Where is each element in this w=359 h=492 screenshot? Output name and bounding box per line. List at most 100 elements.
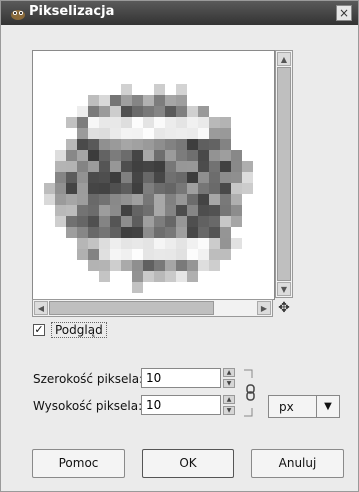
dropdown-arrow-icon[interactable]: ▼: [316, 396, 339, 417]
preview-pixel: [198, 205, 209, 216]
increment-icon[interactable]: ▲: [223, 395, 235, 404]
preview-pixel: [77, 238, 88, 249]
preview-checkbox[interactable]: ✓: [33, 324, 45, 336]
preview-pixel: [132, 249, 143, 260]
preview-pixel: [88, 128, 99, 139]
preview-pixel: [110, 128, 121, 139]
preview-pixel: [198, 139, 209, 150]
preview-pixel: [198, 249, 209, 260]
vertical-scroll-thumb[interactable]: [277, 67, 291, 281]
ok-button[interactable]: OK: [142, 449, 234, 478]
preview-pixel: [143, 106, 154, 117]
pixel-height-spinner[interactable]: ▲ ▼: [223, 395, 235, 415]
preview-pixel: [165, 194, 176, 205]
preview-pixel: [187, 238, 198, 249]
preview-pixel: [165, 161, 176, 172]
preview-label[interactable]: Podgląd: [51, 322, 107, 338]
preview-pixel: [88, 238, 99, 249]
navigate-move-icon[interactable]: ✥: [275, 299, 293, 317]
preview-pixel: [132, 183, 143, 194]
preview-pixel: [110, 216, 121, 227]
preview-pixel: [66, 183, 77, 194]
preview-pixel: [231, 150, 242, 161]
pixel-height-input[interactable]: [141, 395, 221, 415]
preview-pixel: [88, 249, 99, 260]
preview-pixel: [143, 95, 154, 106]
pixel-width-input[interactable]: [141, 368, 221, 388]
cancel-button[interactable]: Anuluj: [251, 449, 344, 478]
preview-pixel: [132, 271, 143, 282]
preview-pixel: [143, 128, 154, 139]
preview-pixel: [220, 150, 231, 161]
preview-pixel: [176, 249, 187, 260]
unit-select[interactable]: px ▼: [268, 395, 340, 418]
preview-pixel: [99, 227, 110, 238]
preview-area[interactable]: [32, 50, 275, 300]
pixelize-dialog: Pikselizacja × ▲ ▼ ◀ ▶ ✥ ✓ Podgląd Szero…: [0, 0, 359, 492]
preview-pixel: [209, 128, 220, 139]
preview-pixel: [220, 205, 231, 216]
vertical-scrollbar[interactable]: ▲ ▼: [275, 50, 293, 298]
scroll-right-icon[interactable]: ▶: [257, 301, 271, 315]
preview-pixel: [176, 260, 187, 271]
close-button[interactable]: ×: [336, 5, 352, 21]
preview-pixel: [55, 150, 66, 161]
preview-pixel: [176, 172, 187, 183]
preview-pixel: [154, 128, 165, 139]
preview-pixel: [176, 161, 187, 172]
preview-pixel: [121, 216, 132, 227]
preview-pixel: [77, 249, 88, 260]
preview-pixel: [198, 238, 209, 249]
preview-pixel: [165, 205, 176, 216]
decrement-icon[interactable]: ▼: [223, 406, 235, 415]
preview-pixel: [187, 194, 198, 205]
scroll-down-icon[interactable]: ▼: [277, 282, 291, 296]
preview-pixel: [220, 238, 231, 249]
preview-pixel: [198, 161, 209, 172]
pixel-width-spinner[interactable]: ▲ ▼: [223, 368, 235, 388]
preview-pixel: [44, 183, 55, 194]
preview-pixel: [165, 172, 176, 183]
horizontal-scrollbar[interactable]: ◀ ▶: [32, 299, 273, 317]
preview-pixel: [132, 150, 143, 161]
horizontal-scroll-thumb[interactable]: [49, 301, 214, 315]
preview-pixel: [66, 161, 77, 172]
preview-pixel: [121, 260, 132, 271]
preview-pixel: [198, 260, 209, 271]
preview-pixel: [220, 194, 231, 205]
preview-pixel: [187, 161, 198, 172]
preview-pixel: [66, 205, 77, 216]
preview-pixel: [176, 139, 187, 150]
preview-pixel: [198, 216, 209, 227]
chain-link-icon[interactable]: [242, 368, 258, 418]
preview-pixel: [99, 95, 110, 106]
preview-pixel: [187, 216, 198, 227]
preview-pixel: [55, 172, 66, 183]
preview-pixel: [198, 128, 209, 139]
preview-pixel: [231, 205, 242, 216]
preview-pixel: [220, 139, 231, 150]
preview-pixel: [187, 249, 198, 260]
increment-icon[interactable]: ▲: [223, 368, 235, 377]
decrement-icon[interactable]: ▼: [223, 379, 235, 388]
preview-pixel: [99, 260, 110, 271]
preview-pixel: [99, 194, 110, 205]
scroll-up-icon[interactable]: ▲: [277, 52, 291, 66]
preview-pixel: [121, 194, 132, 205]
preview-pixel: [220, 161, 231, 172]
help-button[interactable]: Pomoc: [32, 449, 125, 478]
preview-pixel: [143, 227, 154, 238]
preview-pixel: [132, 161, 143, 172]
preview-pixel: [99, 128, 110, 139]
preview-pixel: [55, 205, 66, 216]
scroll-left-icon[interactable]: ◀: [34, 301, 48, 315]
preview-pixel: [110, 139, 121, 150]
preview-pixel: [132, 205, 143, 216]
preview-pixel: [143, 139, 154, 150]
preview-pixel: [209, 216, 220, 227]
preview-pixel: [77, 117, 88, 128]
preview-pixel: [99, 238, 110, 249]
preview-pixel: [121, 205, 132, 216]
preview-pixel: [209, 117, 220, 128]
preview-pixel: [88, 227, 99, 238]
